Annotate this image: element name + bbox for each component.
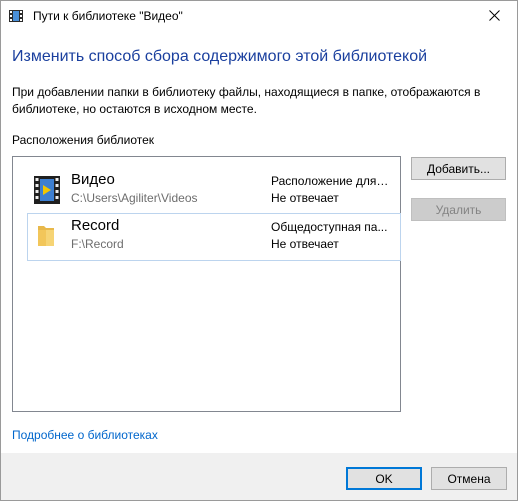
location-item-video[interactable]: Видео C:\Users\Agiliter\Videos Расположе… bbox=[27, 167, 401, 215]
location-type: Общедоступная па... bbox=[271, 220, 388, 234]
locations-list[interactable]: Видео C:\Users\Agiliter\Videos Расположе… bbox=[12, 156, 401, 412]
location-item-record[interactable]: Record F:\Record Общедоступная па... Не … bbox=[27, 213, 401, 261]
page-heading: Изменить способ сбора содержимого этой б… bbox=[12, 48, 428, 65]
locations-label: Расположения библиотек bbox=[12, 133, 155, 147]
dialog-footer: OK Отмена bbox=[1, 453, 517, 500]
location-name: Видео bbox=[71, 171, 115, 188]
folder-icon bbox=[34, 222, 60, 248]
close-icon bbox=[488, 9, 500, 24]
location-path: F:\Record bbox=[71, 237, 124, 251]
window-title: Пути к библиотеке "Видео" bbox=[33, 9, 183, 23]
description-text: При добавлении папки в библиотеку файлы,… bbox=[12, 85, 481, 116]
library-locations-dialog: Пути к библиотеке "Видео" Изменить спосо… bbox=[0, 0, 518, 501]
ok-button[interactable]: OK bbox=[346, 467, 422, 490]
video-folder-icon bbox=[34, 176, 60, 204]
video-library-icon bbox=[9, 10, 23, 22]
location-type: Расположение для ... bbox=[271, 174, 389, 188]
remove-button[interactable]: Удалить bbox=[411, 198, 506, 221]
add-button[interactable]: Добавить... bbox=[411, 157, 506, 180]
location-status: Не отвечает bbox=[271, 237, 339, 251]
title-bar[interactable]: Пути к библиотеке "Видео" bbox=[1, 1, 517, 32]
close-button[interactable] bbox=[471, 1, 517, 32]
cancel-button[interactable]: Отмена bbox=[431, 467, 507, 490]
location-name: Record bbox=[71, 217, 120, 234]
learn-more-link[interactable]: Подробнее о библиотеках bbox=[12, 428, 158, 442]
location-status: Не отвечает bbox=[271, 191, 339, 205]
location-path: C:\Users\Agiliter\Videos bbox=[71, 191, 198, 205]
